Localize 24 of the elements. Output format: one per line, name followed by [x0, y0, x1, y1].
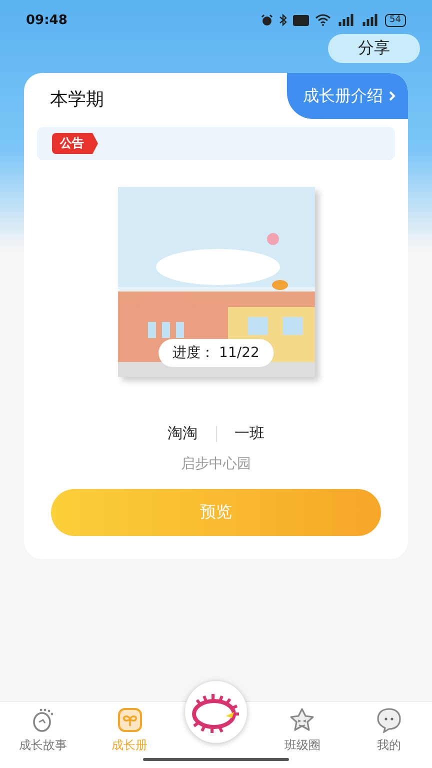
- intro-link[interactable]: 成长册介绍: [287, 73, 408, 119]
- nav-tab[interactable]: 我的: [374, 703, 404, 758]
- alarm-icon: [260, 14, 273, 26]
- star-icon: [288, 707, 316, 733]
- nav-tab[interactable]: 班级圈: [282, 703, 322, 758]
- notice-bar[interactable]: 公告: [37, 127, 395, 160]
- bluetooth-icon: [278, 14, 287, 26]
- class-name: 一班: [234, 424, 264, 443]
- share-button[interactable]: 分享: [328, 34, 420, 63]
- signal-icon: [360, 14, 379, 26]
- school-name: 启步中心园: [180, 455, 252, 473]
- signal-icon: [336, 14, 355, 26]
- card-title: 本学期: [49, 88, 105, 112]
- battery-indicator: 54: [384, 14, 406, 26]
- child-name: 淘淘: [168, 424, 198, 443]
- book-cover[interactable]: 进度： 11/22: [118, 187, 314, 377]
- chevron-icon: [389, 91, 396, 101]
- nav-tab[interactable]: 成长故事: [17, 703, 70, 758]
- app-logo-button[interactable]: [185, 681, 248, 743]
- progress-label: 进度： 11/22: [158, 339, 274, 367]
- wifi-icon: [314, 14, 331, 26]
- notice-badge: 公告: [52, 133, 98, 154]
- sprout-icon: [116, 707, 143, 733]
- status-time: 09:48: [26, 12, 68, 28]
